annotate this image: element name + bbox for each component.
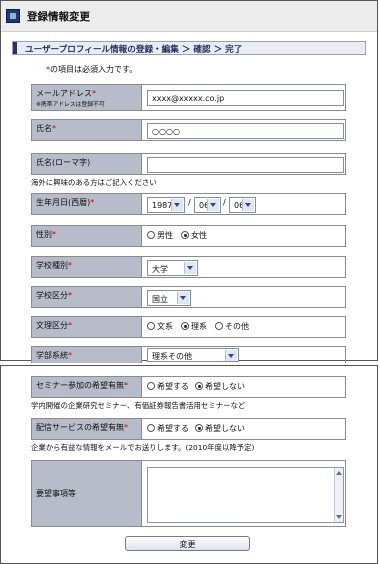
seminar-no-radio[interactable]: 希望しない [195,381,245,392]
gender-female-radio[interactable]: 女性 [181,230,207,241]
textarea-scrollbar[interactable] [334,468,343,522]
label-bunri: 文理区分* [32,317,142,337]
label-faculty: 学部系統* [32,347,142,363]
label-requests: 要望事項等 [32,461,142,526]
delivery-note: 企業から有益な情報をメールでお送りします。(2010年度以降予定) [31,443,255,452]
radio-checked-icon [181,322,189,330]
bunri-rikei-radio[interactable]: 理系 [181,321,207,332]
radio-icon [147,424,155,432]
row-school-type: 学校種別* 大学 [31,256,346,278]
step-indicator: ユーザープロフィール情報の登録・編集 ＞ 確認 ＞ 完了 [12,41,366,55]
row-birthday: 生年月日(西暦)* 1987 / 06 / 06 [31,193,346,215]
scroll-down-arrow-icon [336,515,342,519]
chevron-down-icon [171,199,183,211]
radio-icon [215,322,223,330]
school-type-select[interactable]: 大学 [147,260,198,276]
step-text: ユーザープロフィール情報の登録・編集 ＞ 確認 ＞ 完了 [25,45,243,55]
label-school-type: 学校種別* [32,257,142,277]
row-email: メールアドレス* ※携帯アドレスは登録不可 xxxx@xxxxx.co.jp [31,84,346,111]
chevron-down-icon [184,262,196,274]
delivery-yes-radio[interactable]: 希望する [147,423,189,434]
row-bunri: 文理区分* 文系 理系 その他 [31,316,346,338]
gender-male-radio[interactable]: 男性 [147,230,173,241]
row-name: 氏名* ○○○○ [31,119,346,141]
bunri-bunkei-radio[interactable]: 文系 [147,321,173,332]
form-panel-bottom: セミナー参加の希望有無* 希望する 希望しない 学内開催の企業研究セミナー、有価… [0,365,378,564]
row-name-roman: 氏名(ローマ字) [31,153,346,175]
radio-icon [147,231,155,239]
chevron-down-icon [177,292,189,304]
label-seminar: セミナー参加の希望有無* [32,377,142,397]
seminar-yes-radio[interactable]: 希望する [147,381,189,392]
row-gender: 性別* 男性 女性 [31,225,346,247]
submit-button[interactable]: 変更 [125,536,250,551]
school-div-select[interactable]: 国立 [147,290,191,306]
label-name: 氏名* [32,120,142,140]
required-note: *の項目は必須入力です。 [46,65,138,74]
name-roman-note: 海外に興味のある方はご記入ください [31,178,157,187]
faculty-select[interactable]: 理系その他 [147,348,239,362]
radio-checked-icon [181,231,189,239]
radio-checked-icon [195,424,203,432]
window-titlebar: 登録情報変更 [1,1,377,32]
birth-month-select[interactable]: 06 [194,197,221,213]
scroll-up-arrow-icon [336,471,342,475]
chevron-down-icon [242,199,254,211]
label-email: メールアドレス* ※携帯アドレスは登録不可 [32,85,142,110]
name-roman-input[interactable] [147,157,344,173]
birth-year-select[interactable]: 1987 [147,197,185,213]
row-seminar: セミナー参加の希望有無* 希望する 希望しない [31,376,346,398]
row-faculty: 学部系統* 理系その他 [31,346,346,363]
name-input[interactable]: ○○○○ [147,123,344,139]
label-school-div: 学校区分* [32,287,142,307]
chevron-down-icon [207,199,219,211]
window-title: 登録情報変更 [27,11,90,23]
bunri-other-radio[interactable]: その他 [215,321,249,332]
row-requests: 要望事項等 [31,460,346,527]
delivery-no-radio[interactable]: 希望しない [195,423,245,434]
label-gender: 性別* [32,226,142,246]
row-delivery: 配信サービスの希望有無* 希望する 希望しない [31,418,346,440]
row-school-div: 学校区分* 国立 [31,286,346,308]
chevron-down-icon [225,350,237,361]
radio-checked-icon [195,382,203,390]
requests-textarea[interactable] [147,467,344,523]
label-name-roman: 氏名(ローマ字) [32,154,142,174]
radio-icon [147,322,155,330]
seminar-note: 学内開催の企業研究セミナー、有価証券報告書活用セミナーなど [31,401,246,410]
label-birthday: 生年月日(西暦)* [32,194,142,214]
email-input[interactable]: xxxx@xxxxx.co.jp [147,90,344,106]
label-delivery: 配信サービスの希望有無* [32,419,142,439]
app-icon [6,9,20,23]
birth-day-select[interactable]: 06 [229,197,256,213]
form-panel-top: 登録情報変更 ユーザープロフィール情報の登録・編集 ＞ 確認 ＞ 完了 *の項目… [0,0,378,363]
radio-icon [147,382,155,390]
